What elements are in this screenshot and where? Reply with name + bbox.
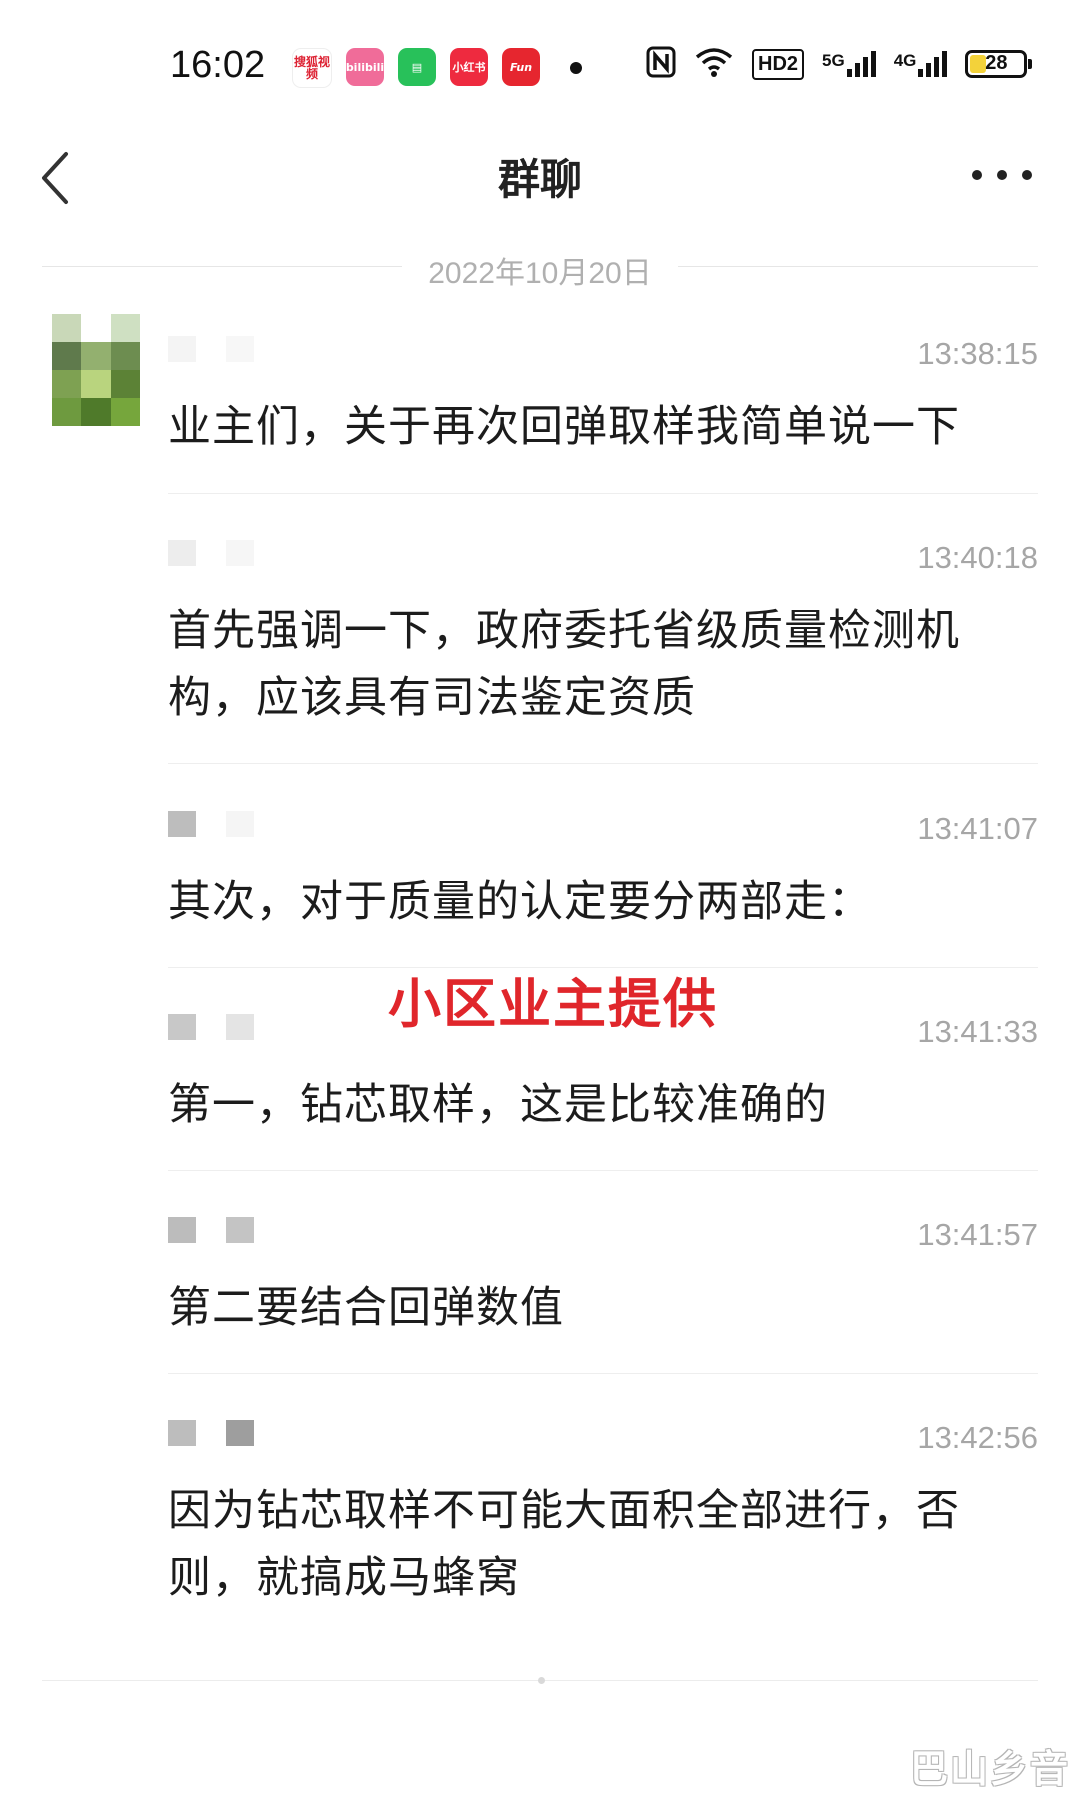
sender-name-blurred — [168, 540, 254, 566]
battery-level: 28 — [985, 52, 1008, 74]
more-options-button[interactable] — [972, 160, 1032, 190]
sender-name-blurred — [168, 1014, 254, 1040]
message-time: 13:42:56 — [917, 1420, 1038, 1455]
page-title: 群聊 — [497, 155, 582, 204]
status-bar: 16:02 搜狐视频 bilibili ▤ 小红书 Fun HD2 5G 4G … — [0, 0, 1080, 130]
message-separator — [168, 1170, 1038, 1171]
system-status-icons: HD2 5G 4G 28 — [646, 46, 1033, 82]
message-separator — [168, 763, 1038, 764]
message-item[interactable]: 13:40:18 首先强调一下，政府委托省级质量检测机构，应该具有司法鉴定资质 — [168, 540, 1038, 730]
signal-4g-label: 4G — [893, 51, 917, 70]
corner-watermark: 巴山乡音 — [909, 1747, 1070, 1791]
date-label: 2022年10月20日 — [410, 257, 670, 290]
more-dot-icon — [1022, 170, 1032, 180]
sender-name-blurred — [168, 1217, 254, 1243]
sender-name-blurred — [168, 811, 254, 837]
message-time: 13:38:15 — [917, 336, 1038, 371]
message-item[interactable]: 13:42:56 因为钻芯取样不可能大面积全部进行，否则，就搞成马蜂窝 — [168, 1420, 1038, 1620]
message-time: 13:40:18 — [917, 540, 1038, 575]
message-separator — [168, 493, 1038, 494]
more-dot-icon — [997, 170, 1007, 180]
message-text: 因为钻芯取样不可能大面积全部进行，否则，就搞成马蜂窝 — [168, 1486, 960, 1603]
xiaohongshu-icon: 小红书 — [450, 48, 488, 86]
nfc-icon — [646, 46, 676, 82]
message-text: 首先强调一下，政府委托省级质量检测机构，应该具有司法鉴定资质 — [168, 606, 960, 723]
message-item[interactable]: 13:38:15 业主们，关于再次回弹取样我简单说一下 — [168, 336, 1038, 456]
message-text: 业主们，关于再次回弹取样我简单说一下 — [168, 402, 960, 452]
signal-5g-icon: 5G — [822, 51, 876, 77]
bilibili-icon: bilibili — [346, 48, 384, 86]
status-clock: 16:02 — [170, 44, 266, 86]
message-text: 第一，钻芯取样，这是比较准确的 — [168, 1080, 828, 1130]
avatar[interactable] — [52, 314, 140, 426]
sender-name-blurred — [168, 1420, 254, 1446]
message-time: 13:41:57 — [917, 1217, 1038, 1252]
chat-app-icon: ▤ — [398, 48, 436, 86]
notification-app-icons: 搜狐视频 bilibili ▤ 小红书 Fun — [292, 48, 540, 88]
message-item[interactable]: 13:41:57 第二要结合回弹数值 — [168, 1217, 1038, 1347]
signal-4g-icon: 4G — [894, 51, 948, 77]
message-item[interactable]: 13:41:33 第一，钻芯取样，这是比较准确的 — [168, 1014, 1038, 1144]
date-divider: 2022年10月20日 — [42, 244, 1038, 290]
hd-voice-icon: HD2 — [752, 48, 805, 80]
battery-icon: 28 — [965, 50, 1033, 78]
sohu-video-icon: 搜狐视频 — [292, 48, 332, 88]
signal-5g-label: 5G — [822, 51, 845, 70]
message-item[interactable]: 13:41:07 其次，对于质量的认定要分两部走： — [168, 811, 1038, 941]
scroll-indicator-dot — [538, 1677, 545, 1684]
fun-app-icon: Fun — [502, 48, 540, 86]
message-time: 13:41:33 — [917, 1014, 1038, 1049]
message-text: 第二要结合回弹数值 — [168, 1283, 564, 1333]
sender-name-blurred — [168, 336, 254, 362]
wifi-icon — [694, 47, 734, 81]
message-text: 其次，对于质量的认定要分两部走： — [168, 877, 872, 927]
message-separator — [168, 1373, 1038, 1374]
message-time: 13:41:07 — [917, 811, 1038, 846]
more-dot-icon — [972, 170, 982, 180]
nav-bar: 群聊 — [0, 130, 1080, 250]
more-notifications-dot-icon — [570, 62, 582, 74]
